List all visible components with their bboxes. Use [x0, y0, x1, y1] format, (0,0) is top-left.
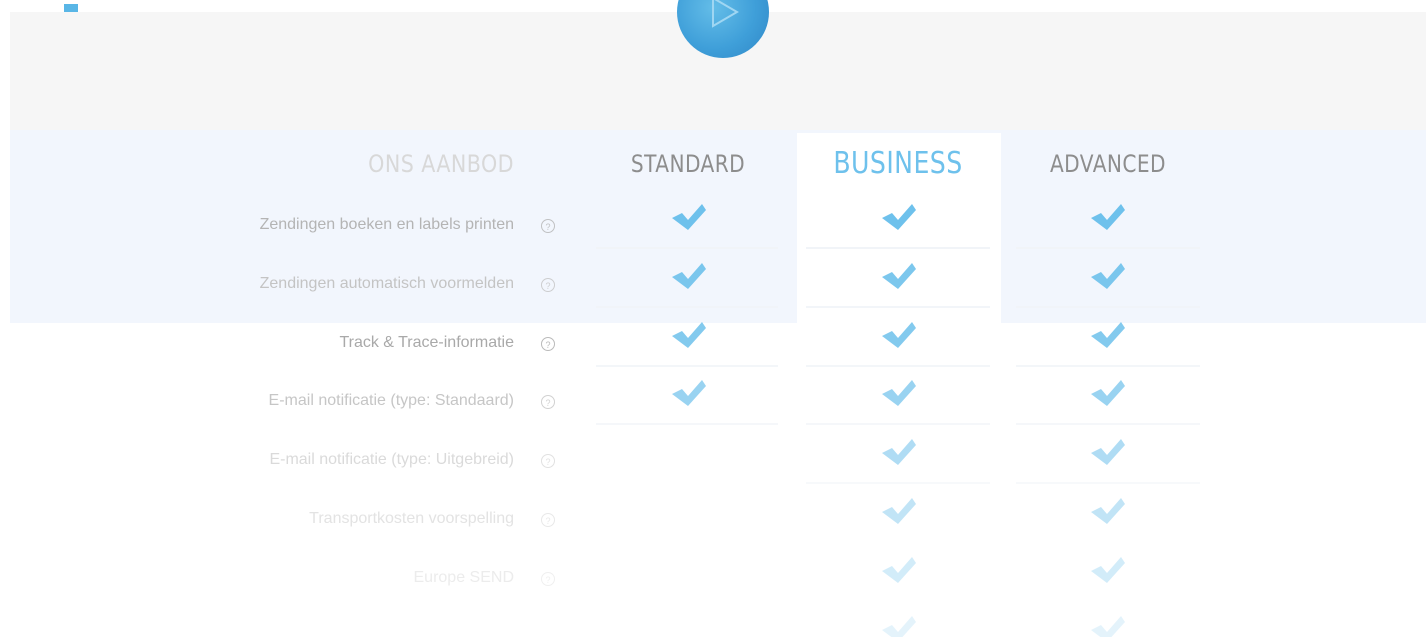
- help-icon[interactable]: ?: [541, 571, 555, 586]
- feature-label: Zendingen automatisch voormelden: [259, 274, 514, 292]
- check-icon-business: [882, 439, 916, 466]
- help-icon[interactable]: ?: [541, 454, 555, 469]
- check-icon-business: [882, 498, 916, 524]
- help-icon[interactable]: ?: [541, 395, 555, 410]
- row-divider: [806, 482, 990, 485]
- check-icon-advanced: [1091, 615, 1125, 637]
- check-icon-standard: [672, 204, 706, 230]
- row-divider: [1016, 423, 1200, 426]
- check-icon-advanced: [1091, 498, 1125, 524]
- check-icon-advanced: [1091, 204, 1125, 230]
- feature-label: Europe SEND: [413, 568, 515, 586]
- row-divider: [596, 247, 778, 249]
- help-icon[interactable]: ?: [541, 513, 555, 527]
- row-divider: [1016, 482, 1200, 485]
- check-icon-business: [882, 321, 916, 348]
- check-icon-advanced: [1091, 556, 1125, 583]
- row-divider: [806, 247, 990, 249]
- feature-label: Transportkosten voorspelling: [309, 510, 514, 527]
- row-divider: [596, 423, 778, 426]
- check-icon-business: [882, 556, 916, 583]
- feature-grid: Zendingen boeken en labels printen? Zendi…: [0, 0, 1426, 637]
- feature-label: Track & Trace-informatie: [339, 333, 514, 351]
- check-icon-standard: [672, 380, 706, 407]
- row-divider: [806, 364, 990, 367]
- check-icon-advanced: [1091, 380, 1125, 407]
- row-divider: [1016, 305, 1200, 308]
- row-divider: [596, 364, 778, 367]
- row-divider: [806, 305, 990, 308]
- feature-label: E-mail notificatie (type: Standaard): [268, 392, 514, 410]
- row-divider: [806, 423, 990, 426]
- help-icon[interactable]: ?: [541, 277, 555, 292]
- check-icon-business: [882, 262, 916, 289]
- row-divider: [1016, 247, 1200, 249]
- row-divider: [596, 305, 778, 308]
- check-icon-business: [882, 204, 916, 230]
- check-icon-standard: [672, 262, 706, 289]
- row-divider: [1016, 364, 1200, 367]
- pricing-comparison: ONS AANBOD STANDARD BUSINESS ADVANCED Ze…: [0, 0, 1426, 637]
- help-icon[interactable]: ?: [541, 219, 555, 233]
- help-icon[interactable]: ?: [541, 336, 555, 351]
- check-icon-standard: [672, 321, 706, 348]
- check-icon-advanced: [1091, 439, 1125, 466]
- check-icon-advanced: [1091, 321, 1125, 348]
- feature-label: E-mail notificatie (type: Uitgebreid): [269, 451, 514, 469]
- check-icon-advanced: [1091, 262, 1125, 289]
- feature-label: Zendingen boeken en labels printen: [259, 216, 514, 233]
- check-icon-business: [882, 615, 916, 637]
- check-icon-business: [882, 380, 916, 407]
